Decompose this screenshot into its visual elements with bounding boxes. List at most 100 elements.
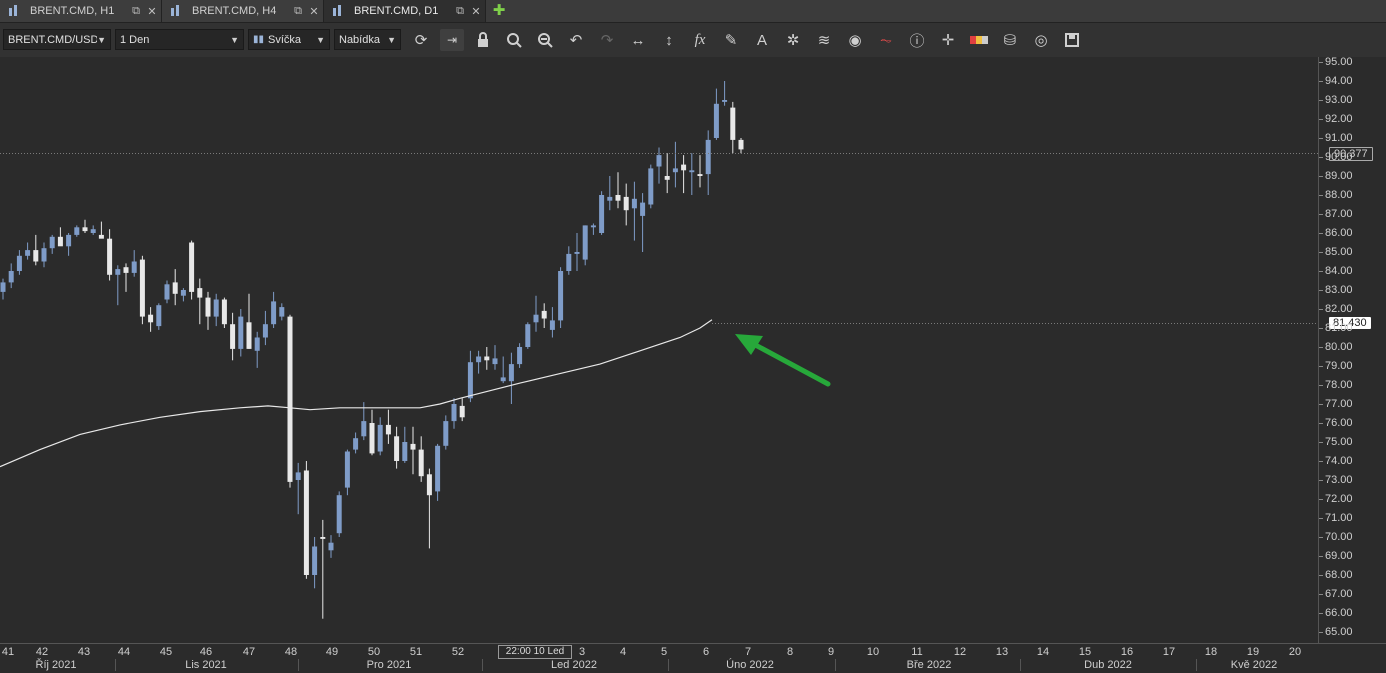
vertical-scale-icon[interactable]: ↕ [657, 29, 681, 51]
instrument-select[interactable]: BRENT.CMD/USD ▼ [3, 29, 111, 50]
price-tick: 82.00 [1319, 303, 1353, 315]
period-select[interactable]: 1 Den ▼ [115, 29, 244, 50]
price-tick: 66.00 [1319, 607, 1353, 619]
tab-brent-h1[interactable]: BRENT.CMD, H1 ⧉ ✕ [0, 0, 162, 22]
text-tool-icon[interactable]: A [750, 29, 774, 51]
candle-body [435, 445, 441, 492]
candle-body [189, 242, 195, 292]
signals-icon[interactable]: ⏦ [874, 29, 898, 51]
add-chart-icon[interactable]: ✚ [490, 2, 508, 20]
pencil-draw-icon[interactable]: ✎ [719, 29, 743, 51]
candle-body [98, 234, 104, 239]
save-icon[interactable] [1060, 29, 1084, 51]
price-tick: 86.00 [1319, 227, 1353, 239]
undo-icon[interactable]: ↶ [564, 29, 588, 51]
price-tick: 94.00 [1319, 75, 1353, 87]
price-tick: 72.00 [1319, 493, 1353, 505]
candle-body [41, 248, 47, 262]
month-label: Pro 2021 [366, 659, 412, 671]
refresh-circle-icon[interactable]: ◎ [1029, 29, 1053, 51]
candle-body [377, 424, 383, 452]
info-icon[interactable]: ⓘ [905, 29, 929, 51]
candle [484, 347, 490, 370]
close-icon[interactable]: ✕ [469, 5, 483, 18]
menu-value: Nabídka [339, 33, 380, 46]
candle [558, 267, 564, 328]
candle [410, 426, 416, 475]
candle [16, 250, 22, 275]
time-axis[interactable]: 22:00 10 Led 41 42 43 44 45 46 47 48 49 50 51 52 3 4 5… [0, 643, 1386, 673]
candle-body [164, 284, 170, 300]
candle [82, 219, 88, 233]
candle-body [738, 139, 744, 150]
tab-brent-h4[interactable]: BRENT.CMD, H4 ⧉ ✕ [162, 0, 324, 22]
candle-body [205, 297, 211, 317]
undock-icon[interactable]: ⧉ [453, 5, 467, 18]
chart-type-select[interactable]: ▮▮ Svíčka ▼ [248, 29, 330, 50]
price-tick: 75.00 [1319, 436, 1353, 448]
candles-layer [0, 81, 744, 619]
candle-body [295, 472, 301, 480]
layers-icon[interactable]: ≋ [812, 29, 836, 51]
candle-body [410, 443, 416, 450]
candle-body [361, 421, 367, 437]
week-tick: 51 [409, 646, 423, 658]
chart-plot-area[interactable] [0, 57, 1318, 643]
candle [262, 310, 268, 346]
zoom-out-icon[interactable] [533, 29, 557, 51]
candle-body [566, 253, 572, 271]
shift-chart-icon[interactable]: ⇥ [440, 29, 464, 51]
paint-bucket-icon[interactable]: ⛁ [998, 29, 1022, 51]
candle-body [25, 250, 31, 256]
close-icon[interactable]: ✕ [307, 5, 321, 18]
price-tick: 77.00 [1319, 398, 1353, 410]
candle-body [476, 356, 482, 363]
candle [279, 303, 285, 321]
candle-body [107, 238, 113, 275]
week-tick: 12 [953, 646, 967, 658]
crosshair-star-icon[interactable]: ✲ [781, 29, 805, 51]
week-tick: 47 [242, 646, 256, 658]
week-tick: 8 [786, 646, 794, 658]
candlestick-icon [170, 5, 184, 17]
month-label: Říj 2021 [35, 659, 77, 671]
price-tick: 67.00 [1319, 588, 1353, 600]
close-icon[interactable]: ✕ [145, 5, 159, 18]
week-tick: 45 [159, 646, 173, 658]
candle-body [49, 236, 55, 249]
week-tick: 50 [367, 646, 381, 658]
month-label: Kvě 2022 [1230, 659, 1278, 671]
refresh-icon[interactable]: ⟳ [409, 29, 433, 51]
candle [90, 225, 96, 235]
undock-icon[interactable]: ⧉ [291, 5, 305, 18]
candle-body [303, 470, 309, 575]
zoom-in-icon[interactable] [502, 29, 526, 51]
tab-brent-d1[interactable]: BRENT.CMD, D1 ⧉ ✕ [324, 0, 486, 22]
lock-icon[interactable] [471, 29, 495, 51]
candle-body [467, 362, 473, 399]
cursor-icon[interactable]: ✛ [936, 29, 960, 51]
candle [615, 172, 621, 209]
candle [238, 309, 244, 357]
candle [205, 291, 211, 330]
redo-icon[interactable]: ↷ [595, 29, 619, 51]
candle-body [656, 155, 662, 167]
undock-icon[interactable]: ⧉ [129, 5, 143, 18]
menu-select[interactable]: Nabídka ▼ [334, 29, 401, 50]
period-value: 1 Den [120, 33, 150, 46]
candle [443, 415, 449, 450]
horizontal-scale-icon[interactable]: ↔ [626, 29, 650, 51]
color-bar-icon[interactable] [967, 29, 991, 51]
price-axis[interactable]: 90.377 81.430 95.00 94.00 93.00 92.00 91.00 9… [1318, 56, 1386, 643]
eye-icon[interactable]: ◉ [843, 29, 867, 51]
week-tick: 7 [744, 646, 752, 658]
tab-label: BRENT.CMD, H4 [192, 5, 277, 17]
month-divider [668, 659, 669, 671]
fx-indicators-icon[interactable]: fx [688, 29, 712, 51]
candle [435, 443, 441, 501]
candle [320, 519, 326, 619]
candle-body [139, 259, 145, 317]
candle-body [123, 267, 129, 273]
candlestick-chart[interactable] [0, 57, 1318, 643]
candle-body [517, 347, 523, 365]
